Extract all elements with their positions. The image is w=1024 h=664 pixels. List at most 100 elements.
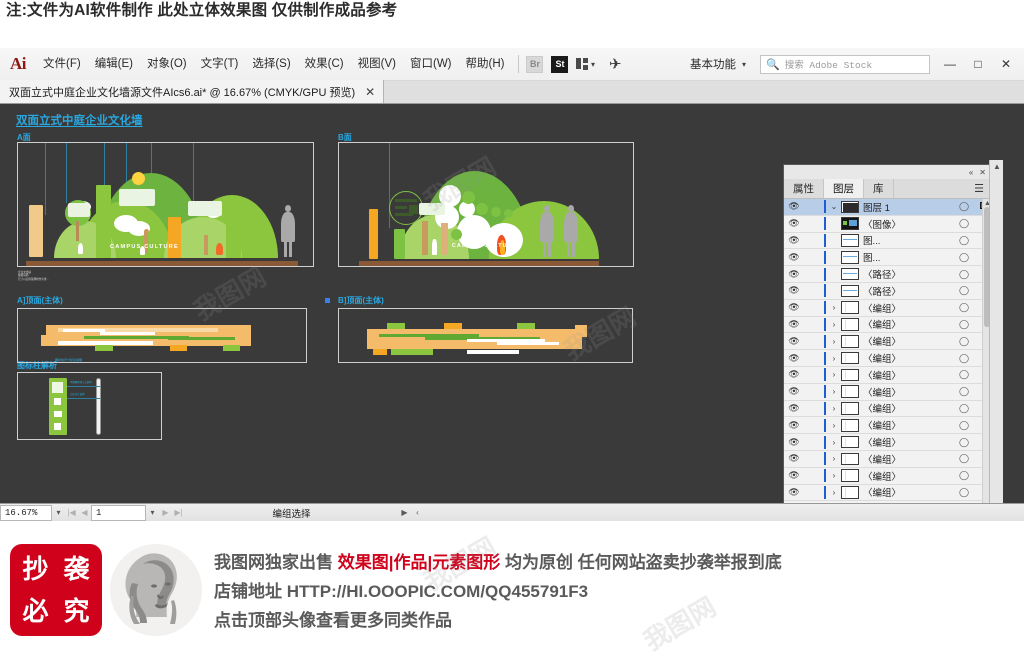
layer-list[interactable]: 👁 ⌄ 图层 1 ◯ 👁 〈图像〉 ◯ 👁 图... ◯ 👁 图... ◯ 👁 〈路径〉 ◯ 👁 〈路径〉 ◯ 👁 › 〈… bbox=[784, 199, 991, 503]
arrange-documents-icon[interactable]: ▾ bbox=[576, 58, 595, 70]
visibility-eye-icon[interactable]: 👁 bbox=[784, 453, 804, 464]
dock-scroll-up-icon[interactable]: ▲ bbox=[990, 162, 1004, 171]
minimize-button[interactable]: — bbox=[936, 53, 964, 75]
target-indicator-icon[interactable]: ◯ bbox=[953, 487, 975, 498]
stock-icon[interactable]: St bbox=[551, 55, 569, 73]
layer-row[interactable]: 👁 › 〈编组〉 ◯ bbox=[784, 417, 991, 435]
close-button[interactable]: ✕ bbox=[992, 53, 1020, 75]
panel-menu-icon[interactable]: ☰ bbox=[967, 179, 991, 198]
bridge-icon[interactable]: Br bbox=[526, 55, 544, 73]
artboard-number-input[interactable]: 1 bbox=[91, 504, 146, 521]
avatar[interactable] bbox=[110, 544, 202, 636]
visibility-eye-icon[interactable]: 👁 bbox=[784, 437, 804, 448]
disclosure-triangle-icon[interactable]: › bbox=[827, 438, 841, 447]
layer-row[interactable]: 👁 图... ◯ bbox=[784, 233, 991, 250]
visibility-eye-icon[interactable]: 👁 bbox=[784, 470, 804, 481]
visibility-eye-icon[interactable]: 👁 bbox=[784, 285, 804, 296]
layer-row[interactable]: 👁 › 〈编组〉 ◯ bbox=[784, 367, 991, 384]
disclosure-triangle-icon[interactable]: › bbox=[827, 404, 841, 413]
disclosure-triangle-icon[interactable]: › bbox=[827, 387, 841, 396]
target-indicator-icon[interactable]: ◯ bbox=[953, 218, 975, 229]
visibility-eye-icon[interactable]: 👁 bbox=[784, 302, 804, 313]
layer-row[interactable]: 👁 › 〈编组〉 ◯ bbox=[784, 300, 991, 317]
layer-row[interactable]: 👁 › 〈编组〉 ◯ bbox=[784, 451, 991, 468]
workspace-switcher[interactable]: 基本功能 ▾ bbox=[682, 56, 754, 72]
disclosure-triangle-icon[interactable]: › bbox=[827, 354, 841, 363]
visibility-eye-icon[interactable]: 👁 bbox=[784, 218, 804, 229]
menu-select[interactable]: 选择(S) bbox=[245, 48, 297, 81]
target-indicator-icon[interactable]: ◯ bbox=[953, 453, 975, 464]
visibility-eye-icon[interactable]: 👁 bbox=[784, 353, 804, 364]
menu-edit[interactable]: 编辑(E) bbox=[88, 48, 140, 81]
layer-row[interactable]: 👁 〈图像〉 ◯ bbox=[784, 216, 991, 233]
visibility-eye-icon[interactable]: 👁 bbox=[784, 319, 804, 330]
disclosure-triangle-icon[interactable]: › bbox=[827, 370, 841, 379]
menu-help[interactable]: 帮助(H) bbox=[459, 48, 512, 81]
target-indicator-icon[interactable]: ◯ bbox=[953, 420, 975, 431]
target-indicator-icon[interactable]: ◯ bbox=[953, 252, 975, 263]
visibility-eye-icon[interactable]: 👁 bbox=[784, 403, 804, 414]
target-indicator-icon[interactable]: ◯ bbox=[953, 353, 975, 364]
last-artboard-button[interactable]: ▶| bbox=[172, 508, 185, 517]
next-artboard-button[interactable]: ▶ bbox=[159, 508, 172, 517]
disclosure-triangle-icon[interactable]: › bbox=[827, 320, 841, 329]
layer-row[interactable]: 👁 › 〈编组〉 ◯ bbox=[784, 317, 991, 334]
collapse-panel-icon[interactable]: « bbox=[969, 168, 973, 177]
visibility-eye-icon[interactable]: 👁 bbox=[784, 269, 804, 280]
disclosure-triangle-icon[interactable]: ⌄ bbox=[827, 202, 841, 211]
target-indicator-icon[interactable]: ◯ bbox=[953, 470, 975, 481]
disclosure-triangle-icon[interactable]: › bbox=[827, 488, 841, 497]
tab-layers[interactable]: 图层 bbox=[824, 179, 864, 198]
layer-row[interactable]: 👁 › 〈编组〉 ◯ bbox=[784, 384, 991, 401]
status-resize-icon[interactable]: ‹ bbox=[411, 508, 424, 517]
target-indicator-icon[interactable]: ◯ bbox=[953, 319, 975, 330]
menu-file[interactable]: 文件(F) bbox=[36, 48, 88, 81]
menu-type[interactable]: 文字(T) bbox=[194, 48, 246, 81]
canvas-area[interactable]: 双面立式中庭企业文化墙 A面 B面 A]顶面(主体) B]顶面(主体) 图标柱解… bbox=[0, 104, 1024, 503]
artboard-scroll[interactable]: 双面立式中庭企业文化墙 A面 B面 A]顶面(主体) B]顶面(主体) 图标柱解… bbox=[0, 104, 783, 503]
close-panel-icon[interactable]: ✕ bbox=[979, 168, 986, 177]
layer-row[interactable]: 👁 › 〈编组〉 ◯ bbox=[784, 333, 991, 351]
layer-row[interactable]: 👁 › 〈编组〉 ◯ bbox=[784, 401, 991, 418]
maximize-button[interactable]: □ bbox=[964, 53, 992, 75]
layer-row[interactable]: 👁 〈路径〉 ◯ bbox=[784, 266, 991, 283]
layer-row[interactable]: 👁 › 〈编组〉 ◯ bbox=[784, 485, 991, 502]
visibility-eye-icon[interactable]: 👁 bbox=[784, 336, 804, 347]
visibility-eye-icon[interactable]: 👁 bbox=[784, 201, 804, 212]
target-indicator-icon[interactable]: ◯ bbox=[953, 302, 975, 313]
layer-row[interactable]: 👁 › 〈编组〉 ◯ bbox=[784, 468, 991, 485]
visibility-eye-icon[interactable]: 👁 bbox=[784, 487, 804, 498]
disclosure-triangle-icon[interactable]: › bbox=[827, 421, 841, 430]
target-indicator-icon[interactable]: ◯ bbox=[953, 235, 975, 246]
target-indicator-icon[interactable]: ◯ bbox=[953, 201, 975, 212]
paper-plane-icon[interactable]: ✈ bbox=[609, 55, 622, 73]
prev-artboard-button[interactable]: ◀ bbox=[78, 508, 91, 517]
target-indicator-icon[interactable]: ◯ bbox=[953, 386, 975, 397]
disclosure-triangle-icon[interactable]: › bbox=[827, 454, 841, 463]
menu-object[interactable]: 对象(O) bbox=[140, 48, 194, 81]
layer-row[interactable]: 👁 〈路径〉 ◯ bbox=[784, 283, 991, 300]
first-artboard-button[interactable]: |◀ bbox=[65, 508, 78, 517]
menu-window[interactable]: 窗口(W) bbox=[403, 48, 459, 81]
target-indicator-icon[interactable]: ◯ bbox=[953, 285, 975, 296]
tab-properties[interactable]: 属性 bbox=[784, 179, 824, 198]
layer-row[interactable]: 👁 图... ◯ bbox=[784, 249, 991, 267]
dock-scrollbar[interactable]: ▲ ▼ bbox=[989, 160, 1003, 503]
artboard-dropdown-icon[interactable]: ▾ bbox=[146, 508, 159, 517]
visibility-eye-icon[interactable]: 👁 bbox=[784, 235, 804, 246]
menu-effect[interactable]: 效果(C) bbox=[298, 48, 351, 81]
target-indicator-icon[interactable]: ◯ bbox=[953, 403, 975, 414]
layer-row[interactable]: 👁 › 〈编组〉 ◯ bbox=[784, 434, 991, 451]
tab-libraries[interactable]: 库 bbox=[864, 179, 894, 198]
disclosure-triangle-icon[interactable]: › bbox=[827, 471, 841, 480]
zoom-dropdown-icon[interactable]: ▾ bbox=[52, 508, 65, 517]
disclosure-triangle-icon[interactable]: › bbox=[827, 337, 841, 346]
visibility-eye-icon[interactable]: 👁 bbox=[784, 252, 804, 263]
visibility-eye-icon[interactable]: 👁 bbox=[784, 369, 804, 380]
close-icon[interactable]: ✕ bbox=[365, 85, 375, 99]
target-indicator-icon[interactable]: ◯ bbox=[953, 437, 975, 448]
target-indicator-icon[interactable]: ◯ bbox=[953, 269, 975, 280]
disclosure-triangle-icon[interactable]: › bbox=[827, 303, 841, 312]
document-tab[interactable]: 双面立式中庭企业文化墙源文件AIcs6.ai* @ 16.67% (CMYK/G… bbox=[0, 80, 385, 103]
status-expand-icon[interactable]: ▶ bbox=[398, 508, 411, 517]
